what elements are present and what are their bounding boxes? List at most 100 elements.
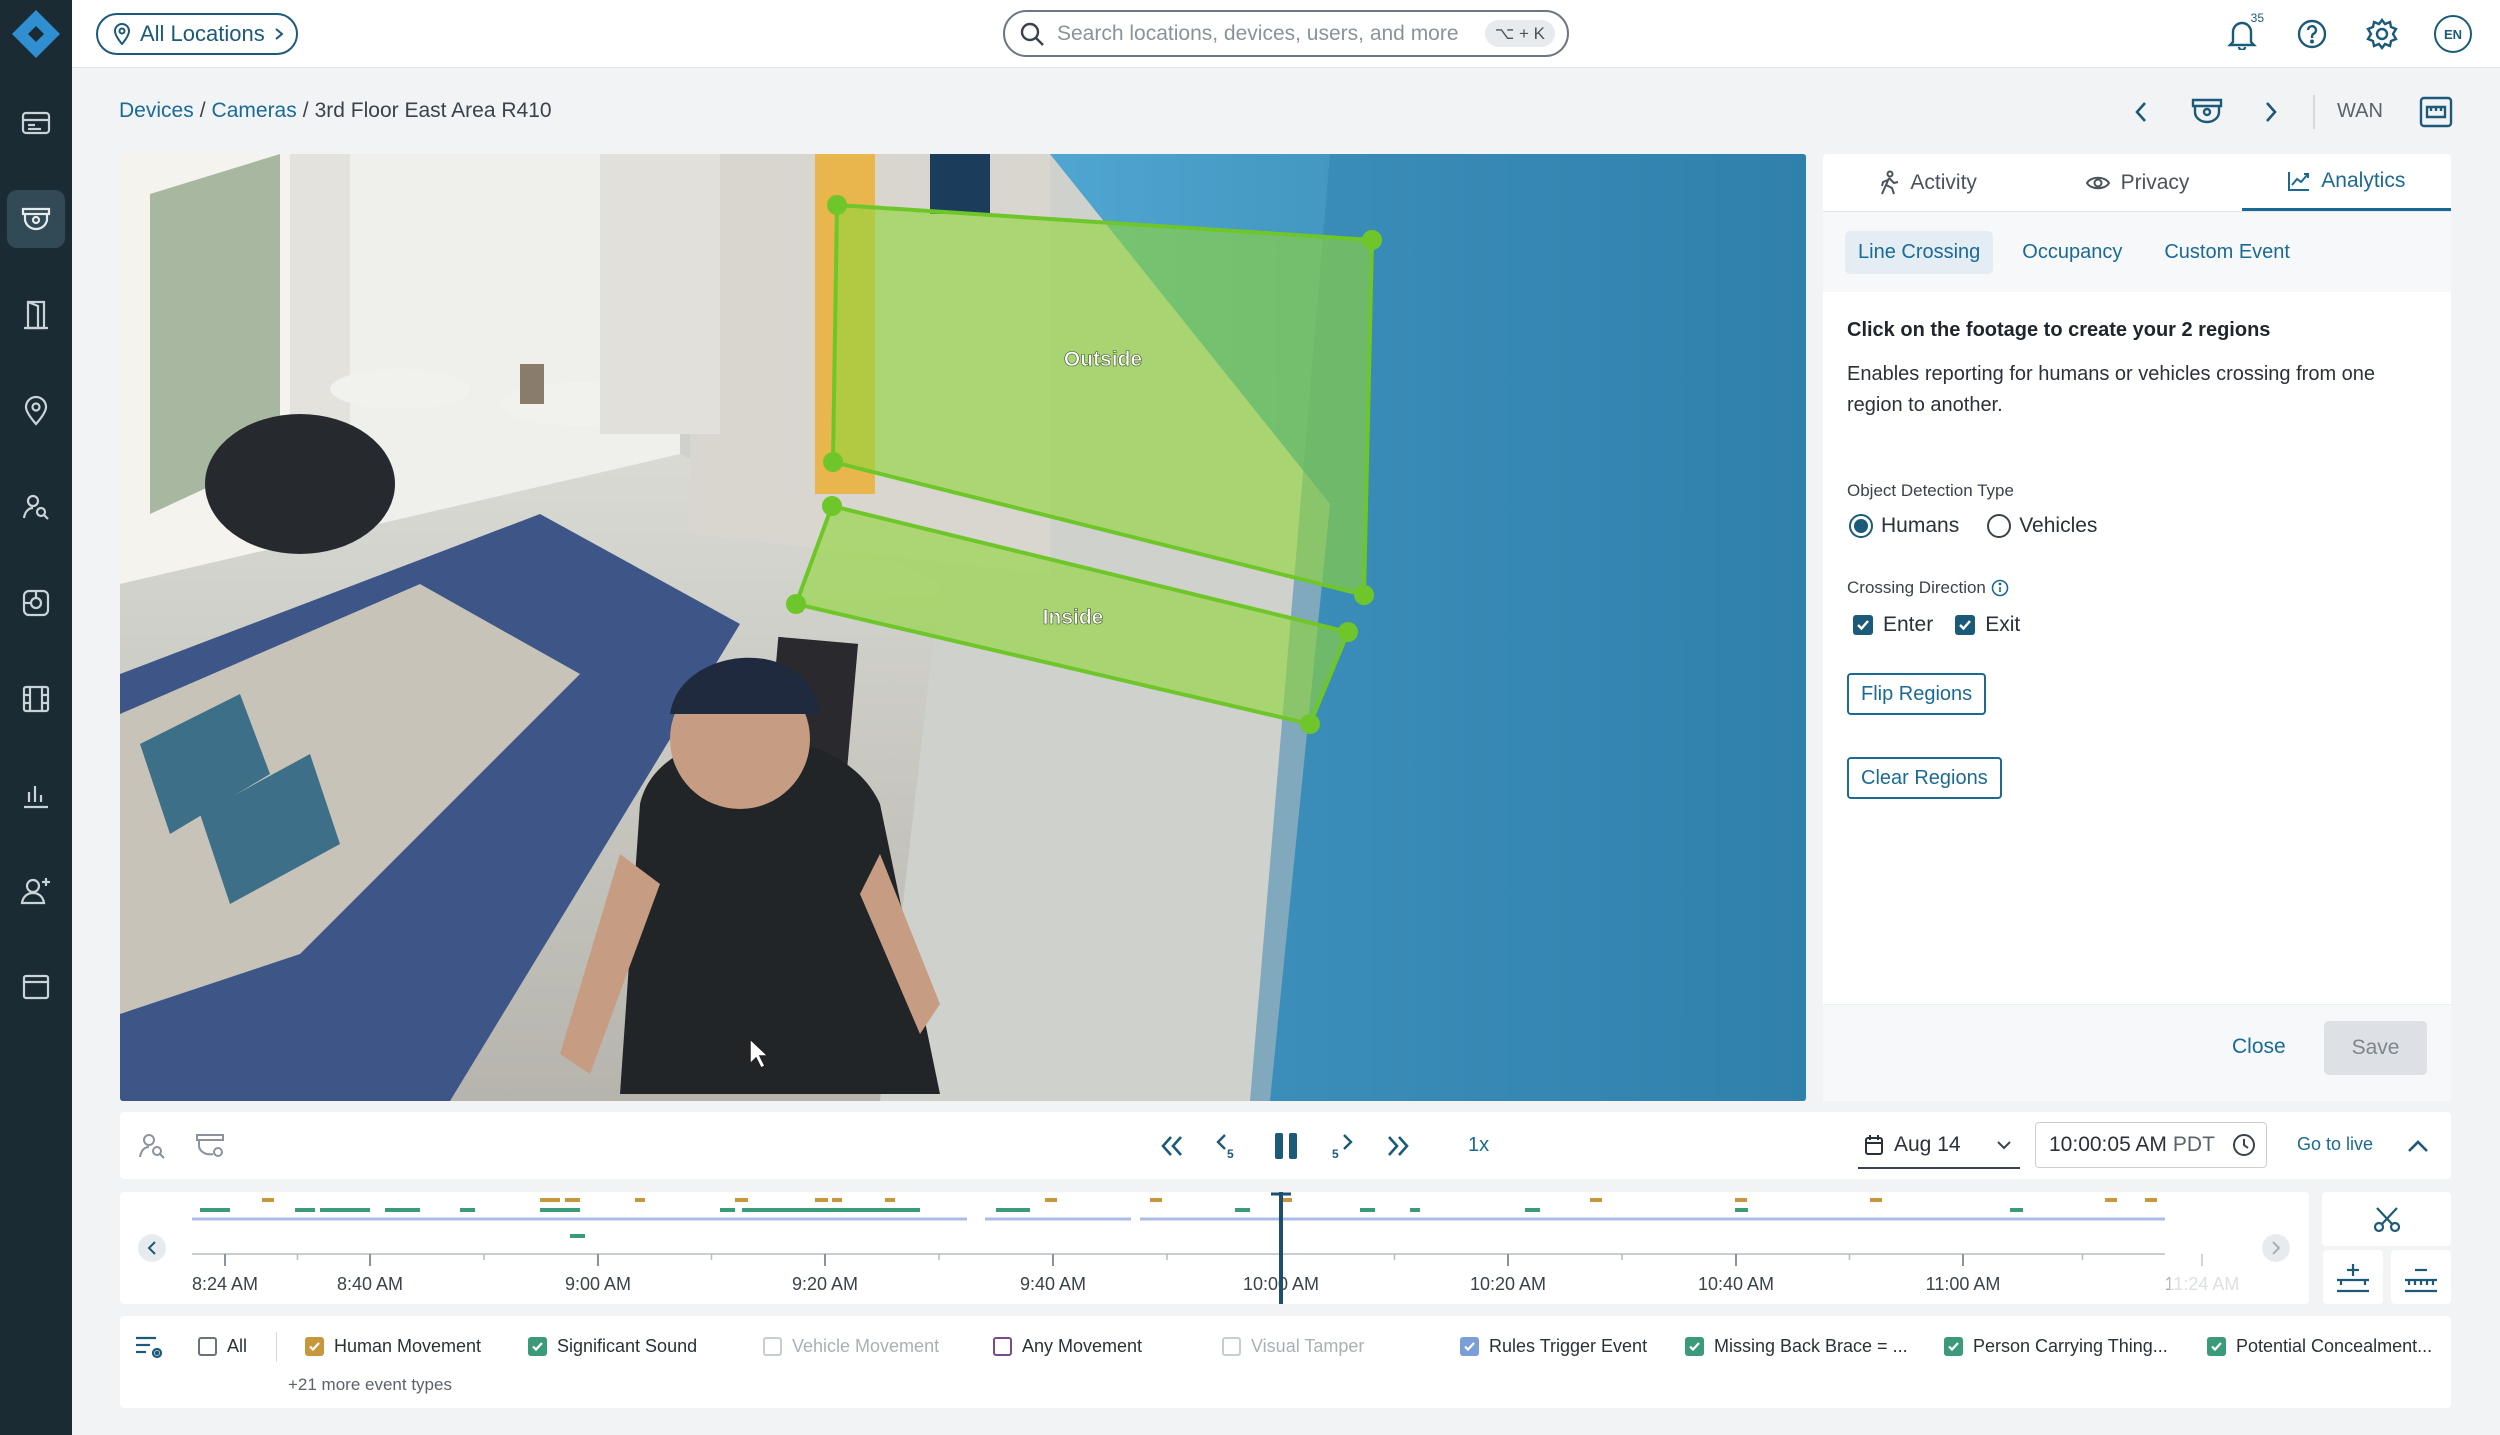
nav-reports[interactable] — [7, 766, 65, 824]
region-handle[interactable] — [786, 594, 806, 614]
clear-regions-button[interactable]: Clear Regions — [1847, 757, 2002, 799]
rewind-5-button[interactable]: 5 — [1209, 1128, 1245, 1164]
region-handle[interactable] — [823, 452, 843, 472]
info-icon[interactable] — [1991, 579, 2009, 597]
go-to-live-link[interactable]: Go to live — [2297, 1134, 2373, 1155]
nav-people-search[interactable] — [7, 478, 65, 536]
breadcrumb-cameras[interactable]: Cameras — [212, 99, 297, 123]
chevron-right-icon — [2266, 102, 2277, 122]
skip-back-button[interactable] — [1154, 1128, 1190, 1164]
region-handle[interactable] — [827, 195, 847, 215]
radio-indicator — [1987, 514, 2012, 538]
subtab-custom-event[interactable]: Custom Event — [2151, 231, 2303, 274]
previous-device-button[interactable] — [2124, 90, 2158, 134]
filter-missing-back-brace[interactable]: Missing Back Brace = ... — [1685, 1336, 1908, 1357]
time-input[interactable]: 10:00:05 AM PDT — [2035, 1122, 2267, 1168]
zoom-out-button[interactable] — [2390, 1250, 2451, 1304]
region-handle[interactable] — [822, 496, 842, 516]
help-button[interactable] — [2292, 14, 2332, 54]
flip-regions-button[interactable]: Flip Regions — [1847, 673, 1987, 715]
radio-vehicles[interactable]: Vehicles — [1987, 514, 2097, 538]
radio-humans[interactable]: Humans — [1849, 514, 1959, 538]
region-handle[interactable] — [1300, 714, 1320, 734]
window-icon — [22, 974, 50, 1000]
nav-users[interactable] — [7, 862, 65, 920]
help-icon — [2297, 19, 2327, 49]
radio-selected-indicator — [1849, 514, 1873, 538]
nav-dashboard[interactable] — [7, 94, 65, 152]
detection-type-options: Humans Vehicles — [1849, 514, 2097, 538]
checkbox-exit[interactable]: Exit — [1955, 613, 2020, 637]
app-logo[interactable] — [10, 8, 62, 60]
checkbox-checked — [1853, 615, 1873, 635]
timeline-scroll-left[interactable] — [138, 1234, 166, 1262]
subtab-line-crossing[interactable]: Line Crossing — [1845, 230, 1994, 274]
date-picker[interactable]: Aug 14 — [1858, 1123, 2020, 1169]
more-event-types[interactable]: +21 more event types — [288, 1375, 452, 1395]
filter-all[interactable]: All — [198, 1336, 247, 1357]
filter-person-carrying-thing[interactable]: Person Carrying Thing... — [1944, 1336, 2168, 1357]
nav-archives[interactable] — [7, 670, 65, 728]
region-handle[interactable] — [1338, 622, 1358, 642]
tab-analytics[interactable]: Analytics — [2241, 154, 2451, 211]
next-device-button[interactable] — [2254, 90, 2288, 134]
zoom-in-button[interactable] — [2322, 1250, 2383, 1304]
network-port-button[interactable] — [2412, 90, 2460, 134]
door-icon — [24, 300, 48, 330]
filter-checkbox — [763, 1337, 782, 1356]
filter-significant-sound[interactable]: Significant Sound — [528, 1336, 697, 1357]
filter-potential-concealment[interactable]: Potential Concealment... — [2207, 1336, 2432, 1357]
eye-icon — [2085, 176, 2110, 189]
pause-button[interactable] — [1268, 1128, 1304, 1164]
camera-footage[interactable]: Outside Inside — [120, 154, 1806, 1101]
camera-icon — [21, 207, 51, 231]
network-label: WAN — [2337, 100, 2383, 122]
nav-integrations[interactable] — [7, 574, 65, 632]
timezone-label: PDT — [2172, 1133, 2215, 1156]
nav-devices[interactable] — [7, 190, 65, 248]
filter-human-movement[interactable]: Human Movement — [305, 1336, 481, 1357]
camera-settings-button[interactable] — [192, 1128, 228, 1164]
collapse-timeline-button[interactable] — [2400, 1128, 2436, 1164]
check-icon — [1959, 620, 1972, 631]
filter-settings-button[interactable] — [134, 1334, 166, 1362]
nav-apps[interactable] — [7, 958, 65, 1016]
tab-activity[interactable]: Activity — [1823, 154, 2032, 211]
timeline[interactable]: 8:24 AM 8:40 AM 9:00 AM 9:20 AM 9:40 AM 10:00… — [120, 1192, 2309, 1304]
close-button[interactable]: Close — [2232, 1035, 2286, 1059]
breadcrumb-devices[interactable]: Devices — [119, 99, 194, 123]
person-search-button[interactable] — [134, 1128, 170, 1164]
filter-checkbox — [1222, 1337, 1241, 1356]
filter-checkbox — [1685, 1337, 1704, 1356]
notification-count: 35 — [2250, 11, 2264, 25]
checkbox-enter[interactable]: Enter — [1853, 613, 1933, 637]
region-handle[interactable] — [1362, 230, 1382, 250]
settings-button[interactable] — [2362, 14, 2402, 54]
save-button[interactable]: Save — [2324, 1021, 2427, 1075]
search-shortcut: ⌥ + K — [1484, 20, 1555, 47]
clip-button[interactable] — [2322, 1192, 2451, 1246]
sidebar — [0, 0, 72, 1435]
subtab-occupancy[interactable]: Occupancy — [2009, 231, 2135, 274]
timeline-track[interactable]: 8:24 AM 8:40 AM 9:00 AM 9:20 AM 9:40 AM 10:00… — [120, 1192, 2309, 1304]
forward-5-button[interactable]: 5 — [1324, 1128, 1360, 1164]
time-value: 10:00:05 AM — [2049, 1133, 2167, 1156]
timeline-scroll-right[interactable] — [2262, 1234, 2290, 1262]
nav-locations[interactable] — [7, 382, 65, 440]
device-type-button[interactable] — [2185, 90, 2229, 134]
location-selector[interactable]: All Locations — [96, 13, 298, 55]
search-placeholder: Search locations, devices, users, and mo… — [1057, 21, 1459, 45]
global-search-input[interactable]: Search locations, devices, users, and mo… — [1003, 10, 1569, 57]
tab-privacy[interactable]: Privacy — [2032, 154, 2241, 211]
zoom-controls — [2322, 1250, 2451, 1304]
filter-rules-trigger-event[interactable]: Rules Trigger Event — [1460, 1336, 1647, 1357]
region-handle[interactable] — [1354, 585, 1374, 605]
nav-access[interactable] — [7, 286, 65, 344]
language-button[interactable]: EN — [2433, 14, 2473, 54]
filter-any-movement[interactable]: Any Movement — [993, 1336, 1142, 1357]
notifications-button[interactable]: 35 — [2222, 11, 2264, 54]
detection-type-label-text: Object Detection Type — [1847, 481, 2014, 500]
skip-forward-button[interactable] — [1380, 1128, 1416, 1164]
playback-speed[interactable]: 1x — [1468, 1134, 1489, 1157]
camera-feed[interactable]: Outside Inside — [120, 154, 1806, 1101]
